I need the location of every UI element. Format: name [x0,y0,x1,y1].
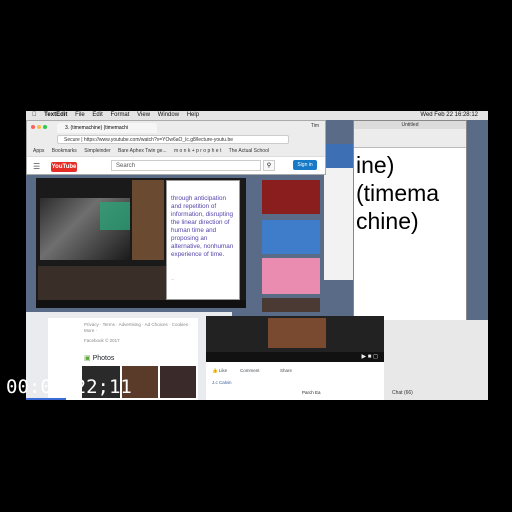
bookmark-aphex[interactable]: Bare Aphex Twin ge... [118,148,167,154]
bookmark-apps[interactable]: Apps [33,148,44,154]
menu-app-name[interactable]: TextEdit [44,111,67,120]
timecode-overlay: 00:00:22;11 [6,376,132,398]
textedit-content[interactable]: ine) (timema chine) [356,151,466,235]
photos-label: Photos [92,355,115,362]
embedded-video[interactable]: ▶ ■ ◻ [206,316,384,362]
like-label: Like [218,368,228,373]
chat-sidebar [384,320,488,400]
video-controls[interactable] [36,300,246,308]
menu-view[interactable]: View [137,111,150,120]
like-button[interactable]: 👍 Like [212,368,227,374]
video-text-body: through anticipation and repetition of i… [171,195,234,258]
post-actions: 👍 Like Comment Share J.c Calvin Parch Ea [206,362,384,400]
bookmark-actual-school[interactable]: The Actual School [229,148,269,154]
photos-icon: ▣ [84,355,91,362]
share-label: Share [280,368,293,373]
chrome-window: 3. (timemachine) (timemachi Tim Secure |… [26,120,326,175]
bookmark-bookmarks[interactable]: Bookmarks [52,148,77,154]
share-button[interactable]: Share [280,368,292,373]
youtube-logo[interactable]: YouTube [51,162,77,172]
bookmark-simpleinder[interactable]: Simpleinder [84,148,110,154]
bookmark-monk[interactable]: m o n k + p r o p h e t [174,148,221,154]
chat-label[interactable]: Chat (66) [392,390,413,396]
menu-window[interactable]: Window [158,111,179,120]
text-line-1: ine) [356,152,395,178]
menu-edit[interactable]: Edit [92,111,102,120]
menu-format[interactable]: Format [110,111,129,120]
photos-heading[interactable]: ▣ Photos [84,354,114,362]
youtube-header: ☰ YouTube Search ⚲ Sign in [27,156,325,174]
apple-icon[interactable]:  [32,111,37,120]
text-line-2: (timema [356,180,440,206]
timeline-progress [26,398,66,400]
textedit-window: Untitled ine) (timema chine) [353,120,467,326]
video-controls-icon[interactable]: ▶ ■ ◻ [206,352,384,362]
browser-tab[interactable]: 3. (timemachine) (timemachi [57,123,157,133]
url-bar[interactable]: Secure | https://www.youtube.com/watch?v… [57,135,289,144]
sign-in-button[interactable]: Sign in [293,160,317,170]
zoom-icon[interactable] [43,125,47,129]
thumbnail-2[interactable] [262,220,320,254]
close-icon[interactable] [31,125,35,129]
facebook-footer-links: Privacy · Terms · Advertising · Ad Choic… [84,322,194,344]
profile-name[interactable]: Tim [311,123,319,129]
textedit-toolbar[interactable] [354,129,466,148]
menu-help[interactable]: Help [187,111,199,120]
thumbnail-3[interactable] [262,258,320,294]
embedded-video-frame [268,318,326,348]
menu-file[interactable]: File [75,111,85,120]
search-icon[interactable]: ⚲ [263,160,275,171]
commenter-name[interactable]: J.c Calvin [212,380,232,385]
thumbnail-4[interactable] [262,298,320,312]
mac-menubar:  TextEdit File Edit Format View Window … [26,111,488,120]
video-text-panel: through anticipation and repetition of i… [166,180,240,300]
search-input[interactable]: Search [111,160,261,171]
menubar-clock[interactable]: Wed Feb 22 16:28:12 [420,111,478,120]
like-icon: 👍 [212,368,218,373]
minimize-icon[interactable] [37,125,41,129]
bookmarks-bar: Apps Bookmarks Simpleinder Bare Aphex Tw… [33,147,323,155]
textedit-title: Untitled [354,121,466,129]
video-text-fineprint: — [171,277,174,281]
video-frame-side [132,180,164,260]
thumbnail-1[interactable] [262,180,320,214]
photo-thumb-3[interactable] [160,366,196,398]
copyright-text: Facebook © 2017 [84,338,120,343]
comment-label: Comment [240,368,260,373]
video-frame-green [100,202,130,230]
comment-button[interactable]: Comment [240,368,260,373]
text-line-3: chine) [356,208,419,234]
other-name[interactable]: Parch Ea [302,390,321,395]
footer-links-text[interactable]: Privacy · Terms · Advertising · Ad Choic… [84,322,194,334]
menu-icon[interactable]: ☰ [33,163,40,171]
